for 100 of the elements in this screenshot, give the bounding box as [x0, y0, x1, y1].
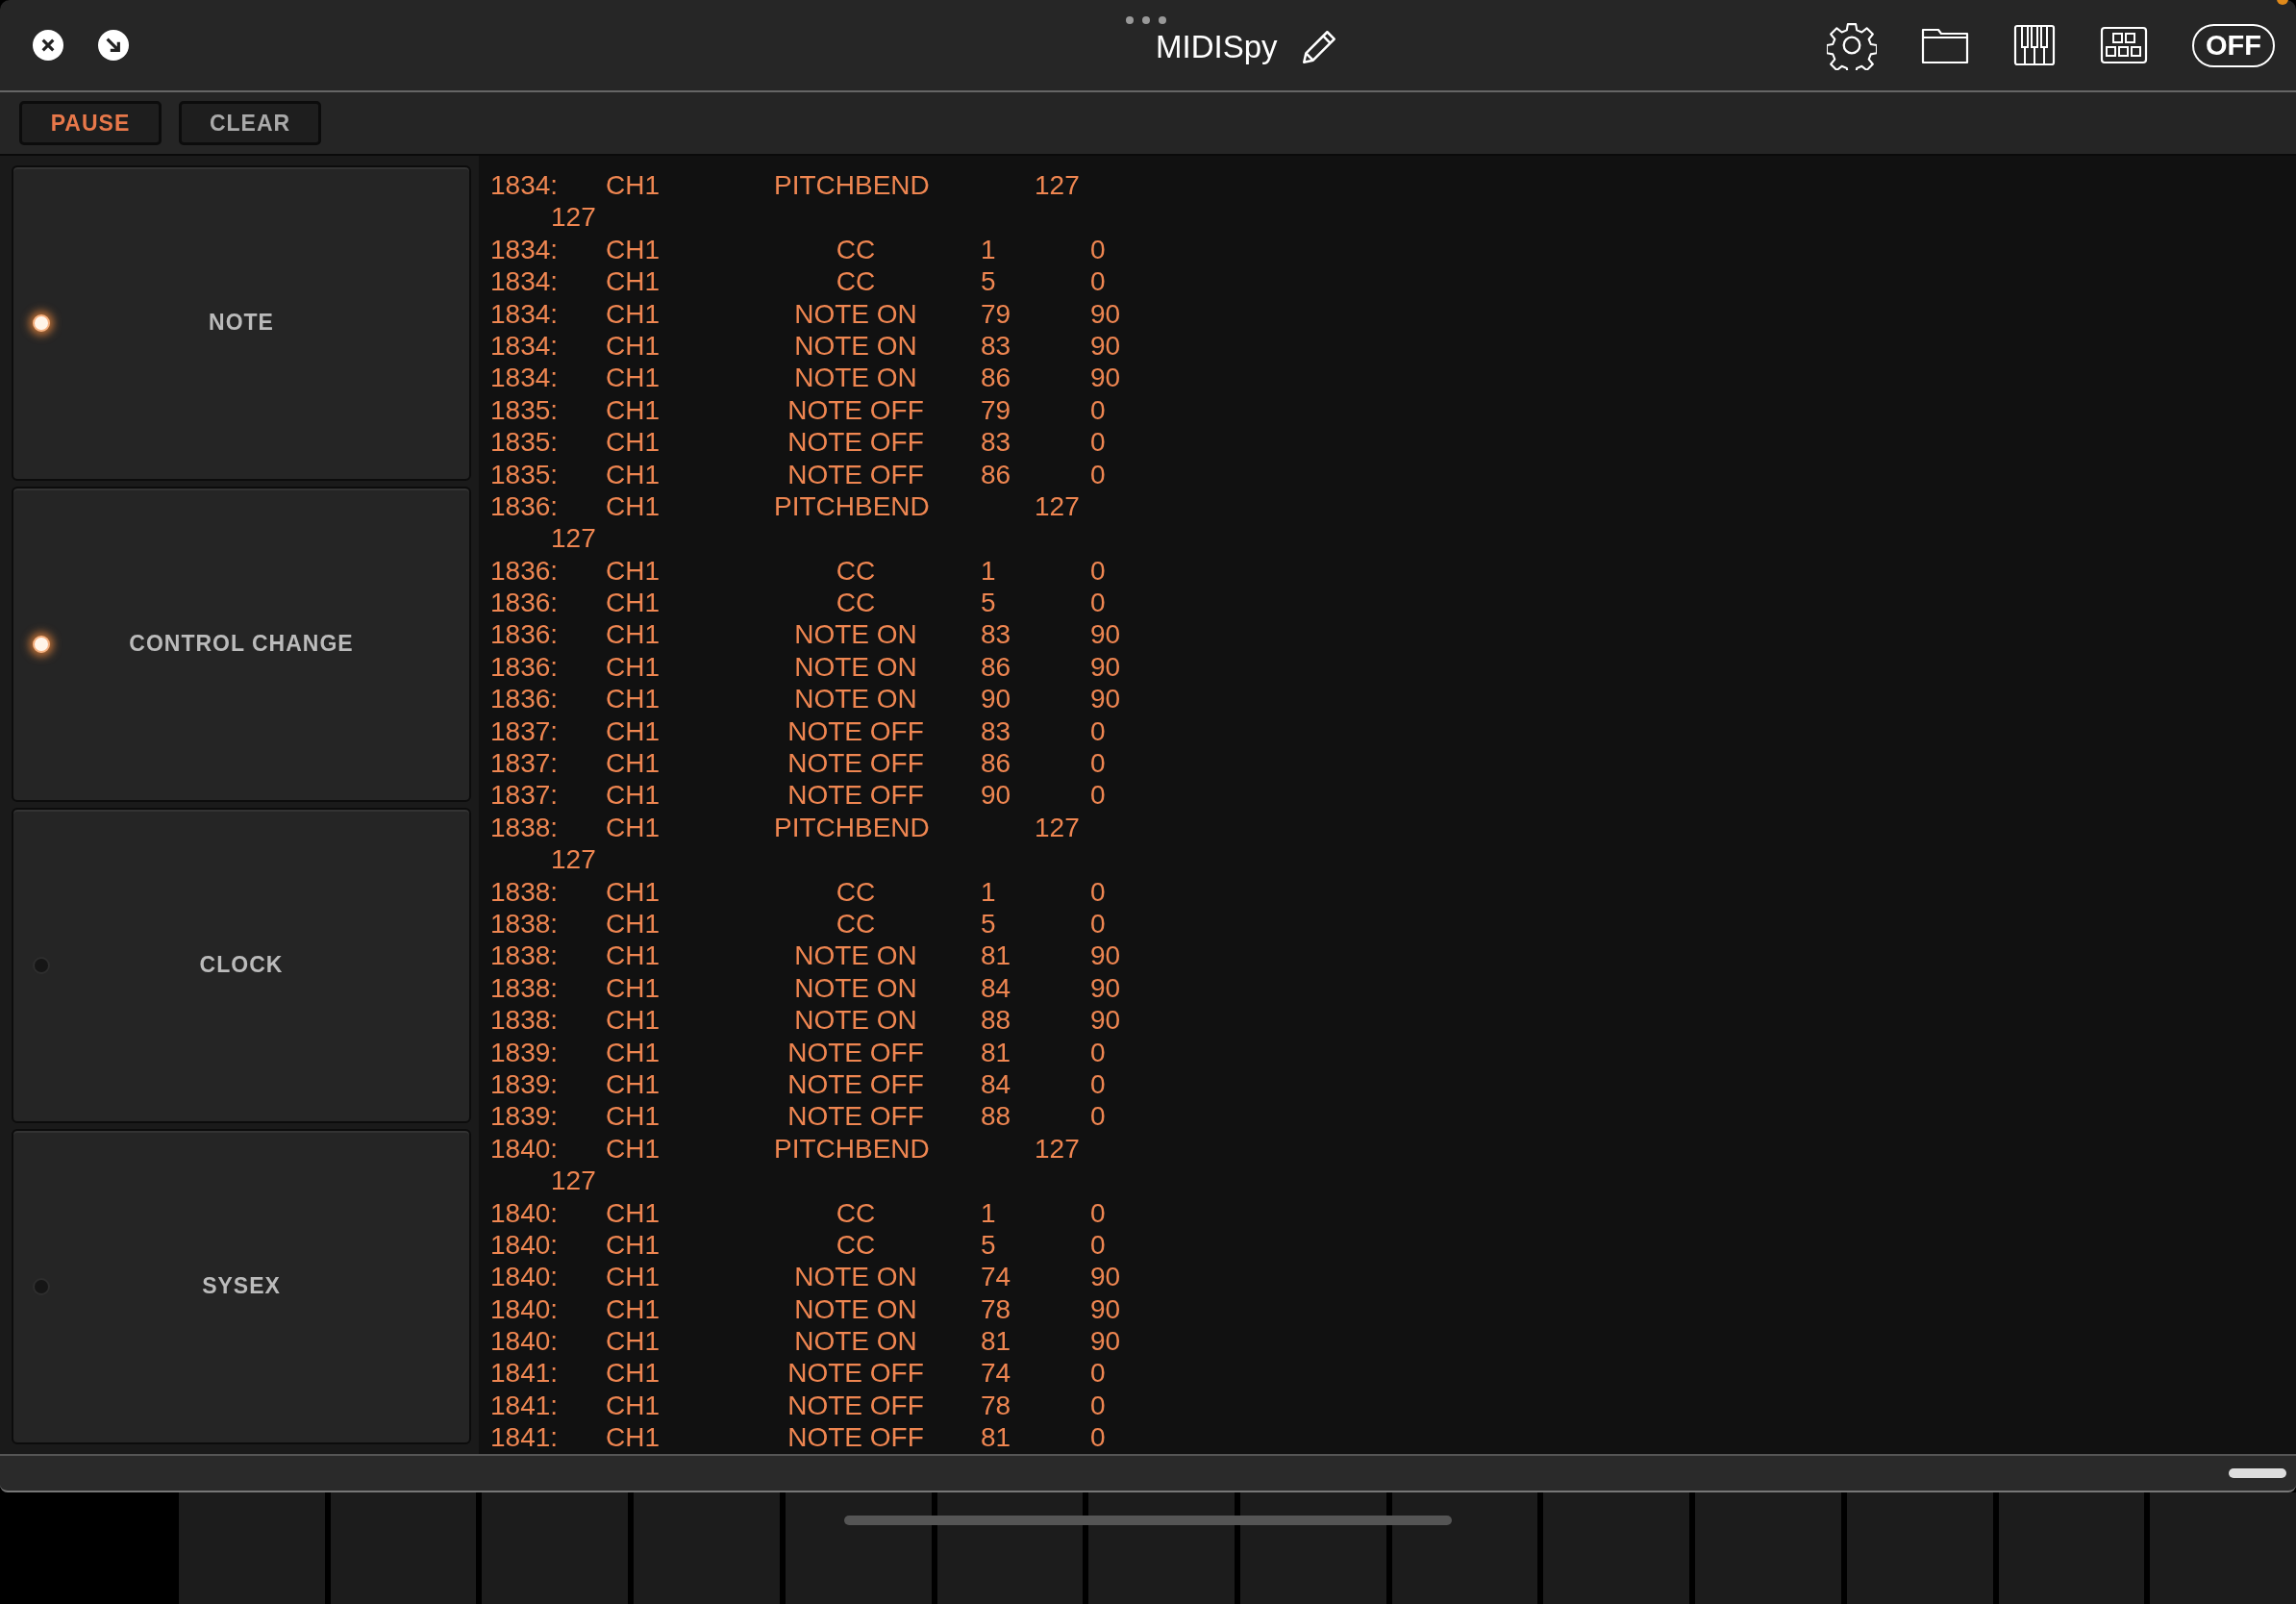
log-value: 5	[981, 265, 996, 298]
settings-icon[interactable]	[1827, 20, 1877, 70]
log-value: 127	[1035, 489, 1080, 523]
log-value: 83	[981, 618, 1011, 651]
log-value: 84	[981, 971, 1011, 1005]
log-type: NOTE OFF	[787, 1100, 924, 1133]
log-type: NOTE OFF	[787, 1421, 924, 1454]
log-value: 83	[981, 426, 1011, 459]
log-value: 0	[1090, 747, 1106, 780]
log-value: 90	[981, 683, 1011, 715]
filter-label: NOTE	[209, 310, 274, 337]
log-value: 0	[1090, 1421, 1106, 1454]
log-channel: CH1	[606, 971, 660, 1005]
log-value: 81	[981, 940, 1011, 972]
log-value: 127	[1035, 1132, 1080, 1165]
log-time: 1836:	[490, 489, 559, 523]
log-channel: CH1	[606, 1196, 660, 1229]
log-value: 79	[981, 297, 1011, 330]
close-icon[interactable]	[33, 30, 63, 61]
log-value: 0	[1090, 1196, 1106, 1229]
log-channel: CH1	[606, 393, 660, 427]
log-channel: CH1	[606, 908, 660, 940]
folder-icon[interactable]	[1921, 26, 1969, 64]
log-channel: CH1	[606, 587, 660, 619]
log-value: 0	[1090, 458, 1106, 490]
log-channel: CH1	[606, 1421, 660, 1454]
log-value: 0	[1090, 779, 1106, 812]
log-time: 1840:	[490, 1325, 559, 1358]
log-time: 1834:	[490, 265, 559, 298]
log-type: NOTE ON	[794, 683, 917, 715]
log-channel: CH1	[606, 426, 660, 459]
more-icon[interactable]	[1125, 15, 1167, 25]
log-time: 1840:	[490, 1196, 559, 1229]
log-time: 1834:	[490, 297, 559, 330]
log-value: 0	[1090, 393, 1106, 427]
toolbar-button[interactable]: PAUSE	[19, 101, 162, 145]
log-time: 1841:	[490, 1421, 559, 1454]
log-value: 5	[981, 908, 996, 940]
log-type: NOTE OFF	[787, 426, 924, 459]
log-type: NOTE ON	[794, 650, 917, 684]
log-value: 127	[551, 1165, 596, 1197]
log-time: 1840:	[490, 1228, 559, 1262]
log-type: PITCHBEND	[774, 811, 930, 844]
log-type: NOTE ON	[794, 940, 917, 972]
log-value: 0	[1090, 554, 1106, 588]
log-value: 5	[981, 587, 996, 619]
log-channel: CH1	[606, 1036, 660, 1068]
log-value: 127	[1035, 169, 1080, 202]
filter-pad[interactable]: SYSEX	[12, 1128, 471, 1444]
power-button[interactable]: OFF	[2192, 23, 2275, 67]
log-time: 1837:	[490, 714, 559, 748]
log-value: 0	[1090, 1036, 1106, 1068]
filter-pad[interactable]: NOTE	[12, 165, 471, 481]
log-time: 1839:	[490, 1036, 559, 1068]
log-value: 1	[981, 1196, 996, 1229]
log-time: 1838:	[490, 940, 559, 972]
log-channel: CH1	[606, 940, 660, 972]
log-channel: CH1	[606, 1004, 660, 1037]
log-channel: CH1	[606, 329, 660, 363]
scroll-handle[interactable]	[2229, 1467, 2286, 1478]
log-value: 78	[981, 1292, 1011, 1326]
log-time: 1834:	[490, 362, 559, 394]
log-value: 90	[1090, 1325, 1121, 1358]
resize-icon[interactable]	[98, 30, 129, 61]
log-value: 90	[1090, 971, 1121, 1005]
log-value: 83	[981, 329, 1011, 363]
log-value: 0	[1090, 426, 1106, 459]
log-value: 90	[1090, 329, 1121, 363]
log-channel: CH1	[606, 1132, 660, 1165]
log-time: 1837:	[490, 779, 559, 812]
log-channel: CH1	[606, 489, 660, 523]
log-time: 1840:	[490, 1261, 559, 1293]
log-time: 1835:	[490, 393, 559, 427]
pad-grid-icon[interactable]	[2100, 26, 2148, 64]
log-channel: CH1	[606, 1325, 660, 1358]
log-channel: CH1	[606, 650, 660, 684]
filter-pad[interactable]: CONTROL CHANGE	[12, 486, 471, 802]
log-type: CC	[836, 1228, 876, 1262]
log-type: CC	[836, 587, 876, 619]
log-channel: CH1	[606, 747, 660, 780]
log-channel: CH1	[606, 169, 660, 202]
log-time: 1838:	[490, 908, 559, 940]
filter-pad[interactable]: CLOCK	[12, 807, 471, 1123]
log-type: PITCHBEND	[774, 1132, 930, 1165]
log-time: 1836:	[490, 683, 559, 715]
log-channel: CH1	[606, 233, 660, 266]
piano-keyboard-icon[interactable]	[2013, 24, 2056, 66]
log-channel: CH1	[606, 1100, 660, 1133]
log-value: 0	[1090, 1228, 1106, 1262]
log-value: 81	[981, 1325, 1011, 1358]
toolbar-button[interactable]: CLEAR	[179, 101, 321, 145]
log-value: 86	[981, 458, 1011, 490]
log-value: 1	[981, 233, 996, 266]
log-value: 86	[981, 362, 1011, 394]
log-value: 78	[981, 1389, 1011, 1422]
log-channel: CH1	[606, 779, 660, 812]
log-value: 86	[981, 650, 1011, 684]
log-value: 1	[981, 554, 996, 588]
log-type: NOTE ON	[794, 1261, 917, 1293]
log-channel: CH1	[606, 683, 660, 715]
